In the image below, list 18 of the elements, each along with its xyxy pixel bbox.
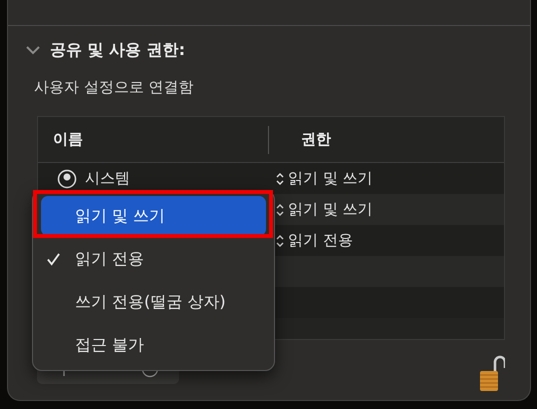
permission-popup[interactable]: 읽기 및 쓰기 [276,169,373,188]
chevron-icon[interactable] [26,45,40,55]
unlocked-padlock-icon[interactable] [479,354,505,392]
permission-popup[interactable]: 읽기 전용 [276,231,353,250]
menu-item[interactable]: 읽기 및 쓰기 [41,196,266,236]
user-icon [57,168,77,188]
menu-item[interactable]: 쓰기 전용(떨굼 상자) [41,282,266,322]
up-down-arrows-icon [276,234,284,248]
user-name: 시스템 [85,169,130,188]
menu-item[interactable]: 접근 불가 [41,325,266,365]
up-down-arrows-icon [276,172,284,186]
subtitle: 사용자 설정으로 연결함 [34,78,195,98]
permission-popup[interactable]: 읽기 및 쓰기 [276,200,373,219]
up-down-arrows-icon [276,202,284,216]
section-title: 공유 및 사용 권한: [50,40,186,60]
menu-item[interactable]: 읽기 전용 [41,239,266,279]
column-header[interactable]: 이름 [38,130,268,149]
column-header[interactable]: 권한 [268,126,504,154]
